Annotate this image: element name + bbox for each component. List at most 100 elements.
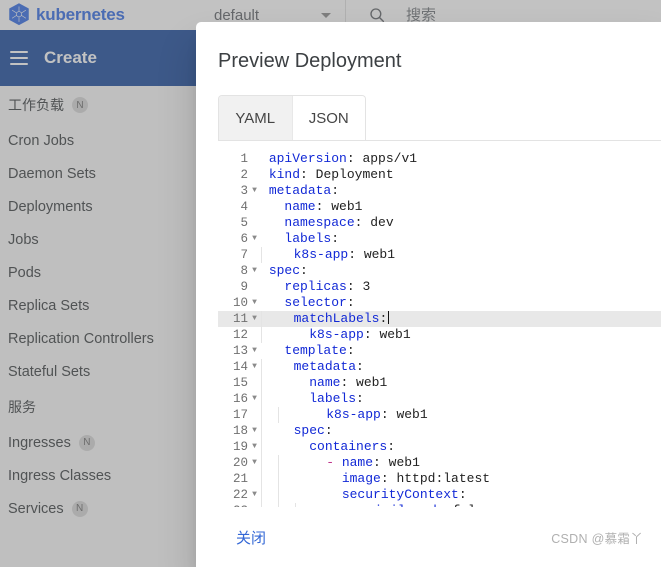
code-line[interactable]: 1 apiVersion: apps/v1 xyxy=(218,151,661,167)
code-line[interactable]: 10 ▼ selector: xyxy=(218,295,661,311)
fold-toggle-icon[interactable]: ▼ xyxy=(248,343,261,359)
fold-toggle-icon[interactable]: ▼ xyxy=(248,231,261,247)
line-number: 12 xyxy=(232,328,248,342)
fold-toggle-icon[interactable]: ▼ xyxy=(248,439,261,455)
code-text: k8s-app: web1 xyxy=(326,407,428,422)
indent-guides xyxy=(261,327,278,343)
line-number: 5 xyxy=(240,216,248,230)
indent-guides xyxy=(261,391,278,407)
text-cursor xyxy=(388,311,390,324)
code-text: spec: xyxy=(293,423,333,438)
line-number: 18 xyxy=(232,424,248,438)
code-line[interactable]: 11 ▼ matchLabels: xyxy=(218,311,661,327)
line-number: 23 xyxy=(218,503,248,507)
tab-yaml[interactable]: YAML xyxy=(219,96,292,140)
code-line[interactable]: 2 kind: Deployment xyxy=(218,167,661,183)
code-line[interactable]: 4 name: web1 xyxy=(218,199,661,215)
line-number: 20 xyxy=(232,456,248,470)
line-number: 8 xyxy=(240,264,248,278)
code-line[interactable]: 12 k8s-app: web1 xyxy=(218,327,661,343)
yaml-code-editor[interactable]: 1 apiVersion: apps/v1 2 kind: Deployment 3… xyxy=(218,140,661,507)
dialog-title: Preview Deployment xyxy=(218,50,402,72)
indent-guides xyxy=(261,471,295,487)
indent-guides xyxy=(261,503,312,507)
code-text: privileged: false xyxy=(312,503,492,507)
code-text: k8s-app: web1 xyxy=(309,327,411,342)
code-line[interactable]: 9 replicas: 3 xyxy=(218,279,661,295)
line-number: 10 xyxy=(232,296,248,310)
code-line[interactable]: 8 ▼ spec: xyxy=(218,263,661,279)
code-line[interactable]: 20 ▼ - name: web1 xyxy=(218,455,661,471)
indent-guides xyxy=(261,439,278,455)
indent-guides xyxy=(261,247,278,263)
indent-guides xyxy=(261,359,278,375)
code-line[interactable]: 3 ▼ metadata: xyxy=(218,183,661,199)
code-text: metadata: xyxy=(293,359,364,374)
code-text: namespace: dev xyxy=(284,215,394,230)
indent-guides xyxy=(261,375,278,391)
fold-toggle-icon[interactable]: ▼ xyxy=(248,391,261,407)
code-line[interactable]: 22 ▼ securityContext: xyxy=(218,487,661,503)
watermark-label: CSDN @慕霜丫 xyxy=(551,531,643,546)
tab-json[interactable]: JSON xyxy=(291,96,365,140)
line-number: 22 xyxy=(232,488,248,502)
line-number: 7 xyxy=(240,248,248,262)
fold-toggle-icon[interactable]: ▼ xyxy=(248,359,261,375)
fold-toggle-icon[interactable]: ▼ xyxy=(248,295,261,311)
code-text: image: httpd:latest xyxy=(341,471,491,486)
code-line[interactable]: 5 namespace: dev xyxy=(218,215,661,231)
line-number: 16 xyxy=(232,392,248,406)
code-text: - name: web1 xyxy=(326,455,420,470)
code-text: replicas: 3 xyxy=(284,279,371,294)
fold-toggle-icon[interactable]: ▼ xyxy=(248,455,261,471)
code-text: labels: xyxy=(309,391,364,406)
fold-toggle-icon[interactable]: ▼ xyxy=(248,183,261,199)
close-button[interactable]: 关闭 xyxy=(228,521,274,554)
line-number: 11 xyxy=(232,312,248,326)
indent-guides xyxy=(261,423,278,439)
format-tab-strip: YAML JSON xyxy=(218,95,366,140)
fold-toggle-icon[interactable]: ▼ xyxy=(248,423,261,439)
preview-deployment-dialog: Preview Deployment YAML JSON 1 apiVersion… xyxy=(196,22,661,567)
indent-guides xyxy=(261,311,278,327)
code-text: metadata: xyxy=(268,183,340,198)
code-line[interactable]: 7 k8s-app: web1 xyxy=(218,247,661,263)
code-line[interactable]: 16 ▼ labels: xyxy=(218,391,661,407)
line-number: 13 xyxy=(232,344,248,358)
code-text: containers: xyxy=(309,439,396,454)
code-line[interactable]: 15 name: web1 xyxy=(218,375,661,391)
fold-toggle-icon[interactable]: ▼ xyxy=(248,263,261,279)
fold-toggle-icon[interactable]: ▼ xyxy=(248,311,261,327)
code-line[interactable]: 18 ▼ spec: xyxy=(218,423,661,439)
line-number: 3 xyxy=(240,184,248,198)
code-text: template: xyxy=(284,343,355,358)
code-surface: 1 apiVersion: apps/v1 2 kind: Deployment 3… xyxy=(218,151,661,507)
indent-guides xyxy=(261,407,295,423)
code-line[interactable]: 17 k8s-app: web1 xyxy=(218,407,661,423)
code-text: name: web1 xyxy=(309,375,388,390)
code-text: labels: xyxy=(284,231,340,246)
line-number: 1 xyxy=(240,152,248,166)
indent-guides xyxy=(261,455,295,471)
code-text: selector: xyxy=(284,295,355,310)
line-number: 9 xyxy=(240,280,248,294)
line-number: 21 xyxy=(232,472,248,486)
fold-toggle-icon[interactable]: ▼ xyxy=(248,487,261,503)
tab-label: JSON xyxy=(308,109,349,127)
code-text: spec: xyxy=(268,263,308,278)
tab-label: YAML xyxy=(235,109,276,127)
line-number: 2 xyxy=(240,168,248,182)
code-line[interactable]: 14 ▼ metadata: xyxy=(218,359,661,375)
code-line[interactable]: 6 ▼ labels: xyxy=(218,231,661,247)
code-line[interactable]: 23 privileged: false xyxy=(218,503,661,507)
line-number: 4 xyxy=(240,200,248,214)
code-text: name: web1 xyxy=(284,199,363,214)
line-number: 6 xyxy=(240,232,248,246)
code-line[interactable]: 21 image: httpd:latest xyxy=(218,471,661,487)
indent-guides xyxy=(261,487,295,503)
code-text: k8s-app: web1 xyxy=(293,247,396,262)
code-line[interactable]: 19 ▼ containers: xyxy=(218,439,661,455)
code-text: securityContext: xyxy=(341,487,467,502)
code-line[interactable]: 13 ▼ template: xyxy=(218,343,661,359)
line-number: 14 xyxy=(232,360,248,374)
